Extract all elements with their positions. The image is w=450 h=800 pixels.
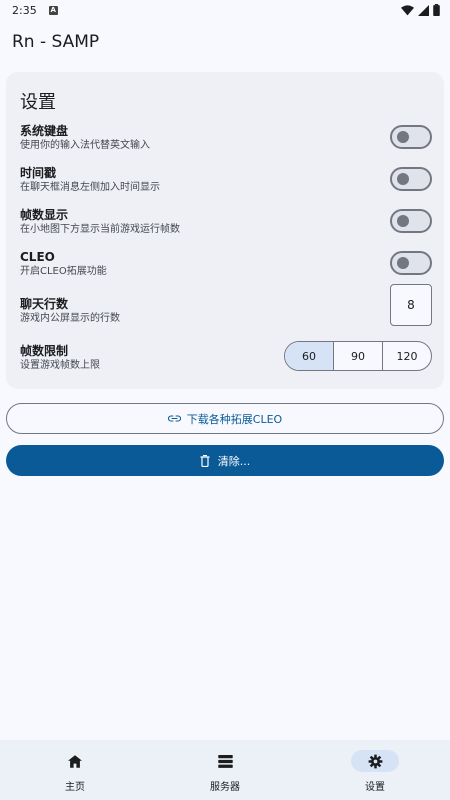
wifi-icon	[401, 4, 414, 15]
chat-lines-input[interactable]: 8	[390, 284, 432, 326]
download-cleo-label: 下载各种拓展CLEO	[186, 412, 283, 426]
setting-label: 系统键盘	[20, 124, 69, 138]
app-title: Rn - SAMP	[12, 32, 100, 52]
fps-display-toggle[interactable]	[390, 209, 432, 233]
fps-option-60[interactable]: 60	[285, 342, 333, 370]
setting-label: 聊天行数	[20, 297, 69, 311]
fps-option-120[interactable]: 120	[382, 342, 431, 370]
link-icon	[167, 415, 181, 422]
settings-card: 设置 系统键盘 使用你的输入法代替英文输入 时间戳 在聊天框消息左侧加入时间显示…	[6, 72, 444, 389]
fps-limit-segmented: 60 90 120	[284, 341, 432, 371]
home-icon	[68, 754, 82, 768]
nav-label: 服务器	[210, 782, 240, 793]
clear-button[interactable]: 清除...	[6, 445, 444, 476]
setting-system-keyboard: 系统键盘 使用你的输入法代替英文输入	[20, 123, 432, 153]
trash-icon	[200, 454, 210, 467]
app-bar: Rn - SAMP	[0, 20, 450, 64]
setting-description: 在聊天框消息左侧加入时间显示	[20, 182, 160, 193]
nav-settings[interactable]: 设置	[330, 750, 420, 793]
setting-timestamp: 时间戳 在聊天框消息左侧加入时间显示	[20, 165, 432, 195]
nav-label: 主页	[65, 782, 85, 793]
battery-icon	[433, 4, 440, 16]
nav-home[interactable]: 主页	[30, 750, 120, 793]
status-bar: 2:35 A	[0, 0, 450, 20]
cleo-toggle[interactable]	[390, 251, 432, 275]
setting-fps-display: 帧数显示 在小地图下方显示当前游戏运行帧数	[20, 207, 432, 237]
clear-label: 清除...	[217, 454, 251, 468]
timestamp-toggle[interactable]	[390, 167, 432, 191]
bottom-navigation: 主页 服务器 设置	[0, 740, 450, 800]
setting-description: 使用你的输入法代替英文输入	[20, 140, 150, 151]
setting-chat-lines: 聊天行数 游戏内公屏显示的行数 8	[20, 284, 432, 326]
setting-description: 在小地图下方显示当前游戏运行帧数	[20, 224, 180, 235]
setting-label: CLEO	[20, 250, 55, 264]
signal-icon	[418, 4, 429, 16]
server-icon	[217, 754, 233, 768]
notification-icon: A	[48, 5, 58, 15]
setting-fps-limit: 帧数限制 设置游戏帧数上限 60 90 120	[20, 341, 432, 373]
download-cleo-button[interactable]: 下载各种拓展CLEO	[6, 403, 444, 434]
fps-option-90[interactable]: 90	[333, 342, 382, 370]
settings-title: 设置	[20, 92, 56, 113]
gear-icon	[368, 754, 382, 768]
nav-label: 设置	[365, 782, 385, 793]
clock: 2:35	[12, 3, 37, 17]
setting-description: 开启CLEO拓展功能	[20, 266, 107, 277]
setting-label: 帧数显示	[20, 208, 69, 222]
nav-servers[interactable]: 服务器	[180, 750, 270, 793]
setting-cleo: CLEO 开启CLEO拓展功能	[20, 249, 432, 279]
setting-label: 时间戳	[20, 166, 57, 180]
setting-description: 游戏内公屏显示的行数	[20, 313, 120, 324]
system-keyboard-toggle[interactable]	[390, 125, 432, 149]
